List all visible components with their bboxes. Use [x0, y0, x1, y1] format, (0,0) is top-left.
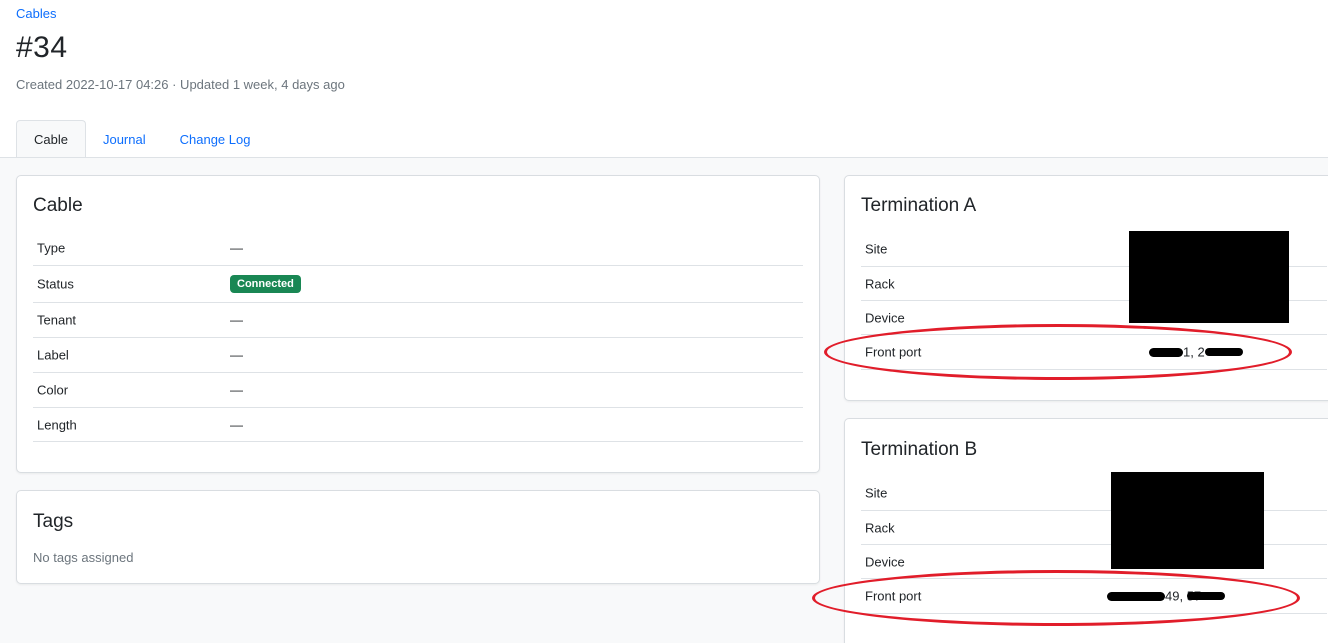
status-value: Connected — [230, 275, 301, 293]
redaction-block — [1111, 472, 1264, 569]
row-key: Status — [37, 276, 74, 292]
row-key: Type — [37, 240, 66, 256]
row-key: Length — [37, 417, 77, 432]
cable-card: Cable Type — Status Connected Tenant — L… — [16, 175, 820, 473]
cable-row-tenant: Tenant — — [33, 303, 803, 338]
tab-change-log[interactable]: Change Log — [163, 120, 268, 158]
status-badge: Connected — [230, 275, 301, 293]
annotation-ellipse — [812, 570, 1300, 626]
row-key: Label — [37, 347, 69, 363]
main-content: Cable Type — Status Connected Tenant — L… — [0, 158, 1328, 643]
page-header: Cables #34 Created 2022-10-17 04:26 · Up… — [0, 0, 1328, 158]
cable-row-label: Label — — [33, 338, 803, 373]
row-key: Device — [865, 554, 905, 569]
row-value: — — [230, 347, 243, 363]
row-value: — — [230, 382, 243, 398]
breadcrumb[interactable]: Cables — [16, 6, 56, 21]
cable-card-title: Cable — [33, 195, 83, 216]
tags-card: Tags No tags assigned — [16, 490, 820, 584]
annotation-ellipse — [824, 324, 1292, 380]
row-key: Device — [865, 310, 905, 325]
tab-cable[interactable]: Cable — [16, 120, 86, 158]
row-key: Rack — [865, 276, 895, 291]
row-key: Site — [865, 485, 888, 500]
tags-card-title: Tags — [33, 511, 74, 532]
termination-b-title: Termination B — [861, 439, 978, 460]
row-key: Rack — [865, 520, 895, 535]
tab-bar: Cable Journal Change Log — [16, 120, 267, 158]
row-value: — — [230, 312, 243, 328]
row-value: — — [230, 417, 243, 432]
no-tags-text: No tags assigned — [33, 550, 134, 565]
tab-journal[interactable]: Journal — [86, 120, 163, 158]
cable-row-type: Type — — [33, 231, 803, 266]
cable-row-color: Color — — [33, 373, 803, 408]
row-key: Tenant — [37, 312, 77, 328]
cable-row-status: Status Connected — [33, 266, 803, 303]
row-value: — — [230, 240, 243, 256]
row-key: Color — [37, 382, 69, 398]
page-title: #34 — [16, 31, 68, 64]
created-updated-meta: Created 2022-10-17 04:26 · Updated 1 wee… — [16, 77, 345, 92]
termination-a-title: Termination A — [861, 195, 977, 216]
cable-row-length: Length — — [33, 408, 803, 442]
redaction-block — [1129, 231, 1289, 323]
row-key: Site — [865, 241, 888, 256]
